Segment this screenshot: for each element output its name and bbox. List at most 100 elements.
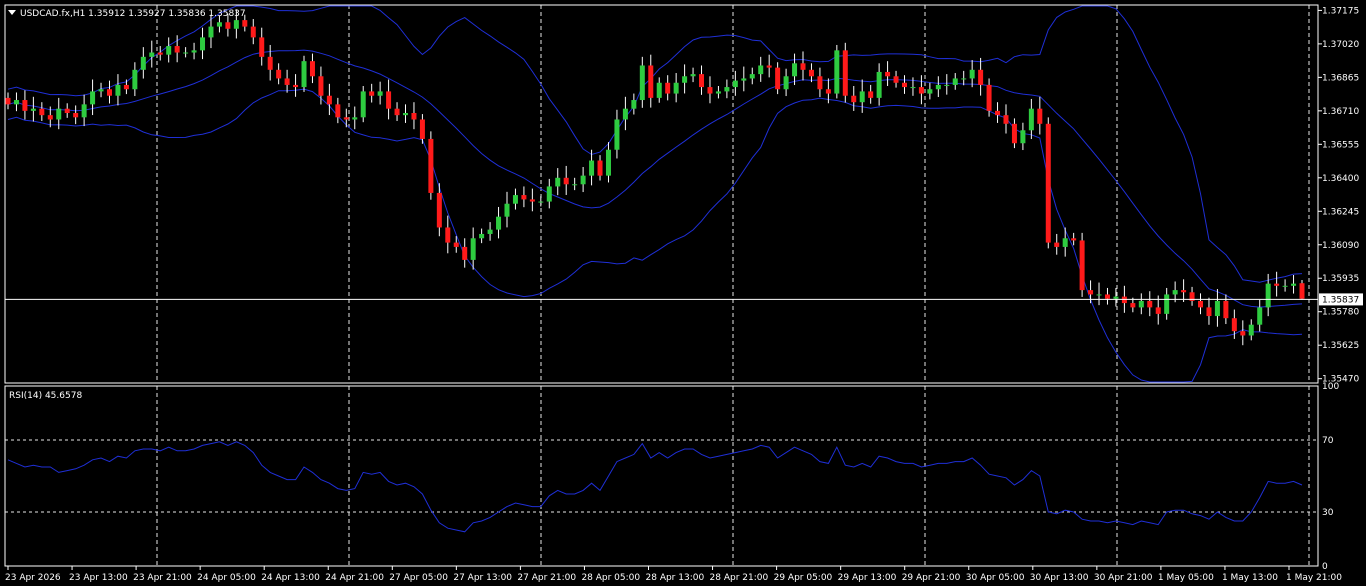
candle[interactable] xyxy=(293,74,299,97)
candle[interactable] xyxy=(13,92,19,112)
candle[interactable] xyxy=(301,55,307,92)
candle-body[interactable] xyxy=(250,26,256,38)
candle-body[interactable] xyxy=(876,71,882,98)
candle-body[interactable] xyxy=(56,108,62,120)
candle-body[interactable] xyxy=(208,26,214,38)
candle[interactable] xyxy=(1198,293,1204,315)
candle-body[interactable] xyxy=(233,20,239,29)
candle-body[interactable] xyxy=(183,52,189,54)
candle-body[interactable] xyxy=(132,69,138,90)
candle[interactable] xyxy=(614,109,620,159)
candle-body[interactable] xyxy=(1274,283,1280,286)
candle[interactable] xyxy=(1257,299,1263,332)
candle-body[interactable] xyxy=(1003,115,1009,124)
candle[interactable] xyxy=(250,19,256,45)
candle[interactable] xyxy=(572,177,578,191)
candle[interactable] xyxy=(1003,104,1009,134)
candle-body[interactable] xyxy=(1037,108,1043,124)
candle-body[interactable] xyxy=(1223,300,1229,319)
candle-body[interactable] xyxy=(453,242,459,247)
candle-body[interactable] xyxy=(1198,300,1204,308)
candle[interactable] xyxy=(369,83,375,103)
candle-body[interactable] xyxy=(521,195,527,200)
candle-body[interactable] xyxy=(191,50,197,53)
candle[interactable] xyxy=(191,42,197,60)
candle-body[interactable] xyxy=(834,50,840,94)
candle[interactable] xyxy=(555,168,561,196)
candle[interactable] xyxy=(1071,232,1077,246)
candle[interactable] xyxy=(656,77,662,103)
candle-body[interactable] xyxy=(648,65,654,98)
candle-body[interactable] xyxy=(639,65,645,101)
candle[interactable] xyxy=(394,102,400,121)
candle-body[interactable] xyxy=(445,227,451,243)
candle[interactable] xyxy=(208,14,214,49)
candle[interactable] xyxy=(876,63,882,106)
candle-body[interactable] xyxy=(81,104,87,118)
candle[interactable] xyxy=(766,54,772,78)
candle-body[interactable] xyxy=(622,108,628,120)
candle[interactable] xyxy=(631,93,637,115)
candle[interactable] xyxy=(986,78,992,117)
candle[interactable] xyxy=(343,108,349,128)
candle-body[interactable] xyxy=(1062,238,1068,247)
candle[interactable] xyxy=(326,83,332,116)
candle[interactable] xyxy=(496,206,502,239)
candle-body[interactable] xyxy=(589,160,595,176)
candle[interactable] xyxy=(309,53,315,84)
candle[interactable] xyxy=(462,238,468,268)
candle-body[interactable] xyxy=(597,160,603,176)
candle-body[interactable] xyxy=(140,56,146,70)
candle[interactable] xyxy=(1223,294,1229,325)
candle-body[interactable] xyxy=(775,67,781,90)
candle[interactable] xyxy=(123,79,129,95)
candle[interactable] xyxy=(259,27,265,66)
candle[interactable] xyxy=(1054,233,1060,255)
candle-body[interactable] xyxy=(1147,300,1153,308)
candle-body[interactable] xyxy=(326,95,332,105)
candle-body[interactable] xyxy=(665,82,671,94)
candle[interactable] xyxy=(1104,287,1110,305)
candle[interactable] xyxy=(538,196,544,207)
candle[interactable] xyxy=(707,76,713,104)
candle-body[interactable] xyxy=(978,69,984,85)
candle[interactable] xyxy=(200,27,206,60)
candle-body[interactable] xyxy=(225,22,231,29)
candle-body[interactable] xyxy=(1113,296,1119,299)
candle[interactable] xyxy=(73,105,79,125)
candle[interactable] xyxy=(106,80,112,104)
candle[interactable] xyxy=(1164,287,1170,320)
candle-body[interactable] xyxy=(538,201,544,203)
candle-body[interactable] xyxy=(301,61,307,88)
candle-body[interactable] xyxy=(614,119,620,150)
candle[interactable] xyxy=(775,62,781,95)
candle[interactable] xyxy=(411,102,417,130)
candle-body[interactable] xyxy=(174,46,180,53)
candle-body[interactable] xyxy=(986,84,992,111)
candle[interactable] xyxy=(140,47,146,79)
candle-body[interactable] xyxy=(935,84,941,90)
candle-body[interactable] xyxy=(656,82,662,98)
candle-body[interactable] xyxy=(690,74,696,77)
candle[interactable] xyxy=(1181,279,1187,302)
candle-body[interactable] xyxy=(563,177,569,185)
candle-body[interactable] xyxy=(1181,290,1187,293)
candle-body[interactable] xyxy=(106,89,112,96)
candle-body[interactable] xyxy=(673,82,679,94)
candle-body[interactable] xyxy=(893,76,899,83)
candle-body[interactable] xyxy=(859,91,865,103)
candle-body[interactable] xyxy=(1265,283,1271,308)
candle[interactable] xyxy=(800,51,806,81)
candle-body[interactable] xyxy=(749,74,755,79)
candle-body[interactable] xyxy=(572,184,578,186)
candle[interactable] xyxy=(64,103,70,118)
candle-body[interactable] xyxy=(1079,240,1085,291)
candle-body[interactable] xyxy=(1299,283,1305,299)
candle-body[interactable] xyxy=(529,199,535,202)
candle[interactable] xyxy=(267,44,273,81)
candle[interactable] xyxy=(868,84,874,104)
candle[interactable] xyxy=(792,53,798,86)
candle-body[interactable] xyxy=(842,50,848,96)
candle-body[interactable] xyxy=(758,65,764,75)
candle[interactable] xyxy=(1189,286,1195,306)
